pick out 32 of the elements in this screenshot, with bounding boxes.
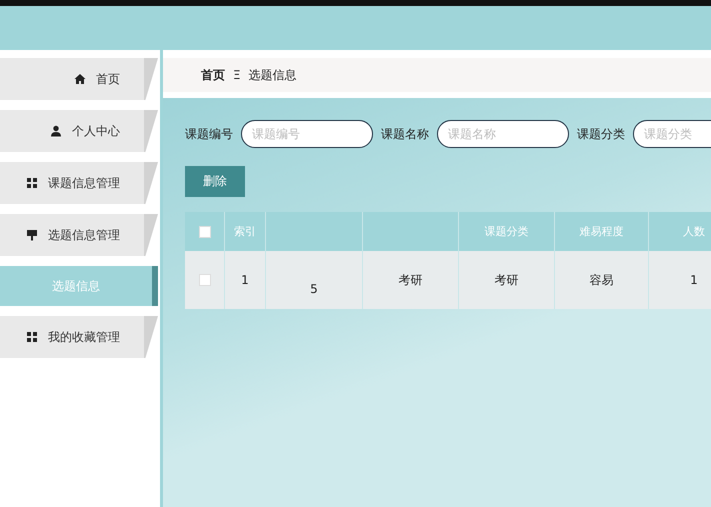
select-all-checkbox[interactable]: [198, 226, 210, 238]
table-cell: 考研: [494, 272, 518, 288]
menu-item[interactable]: 课题信息管理: [0, 162, 158, 204]
breadcrumb-link[interactable]: 首页: [201, 66, 225, 84]
field-label: 课题编号: [185, 126, 233, 142]
breadcrumb-current: 选题信息: [248, 66, 297, 84]
table-cell: 1: [241, 273, 249, 287]
menu-item[interactable]: 我的收藏管理: [0, 316, 158, 358]
menu-item[interactable]: 个人中心: [0, 110, 158, 152]
user-icon: [50, 125, 62, 137]
home-icon: [74, 73, 86, 85]
delete-button[interactable]: 删除: [185, 166, 245, 197]
column-header: 人数: [683, 224, 705, 239]
grid-icon: [26, 331, 38, 343]
table-cell: 容易: [590, 272, 614, 288]
menu-item[interactable]: 首页: [0, 58, 158, 100]
column-header: 难易程度: [580, 224, 624, 239]
search-field[interactable]: 课题分类: [633, 120, 711, 148]
search-field[interactable]: 课题名称: [437, 120, 569, 148]
table-cell: 1: [690, 273, 698, 287]
table-cell: 5: [310, 282, 318, 296]
field-label: 课题分类: [577, 126, 625, 142]
breadcrumb-separator: Ξ: [233, 68, 241, 82]
field-label: 课题名称: [381, 126, 429, 142]
column-header: 索引: [234, 224, 256, 239]
menu-item[interactable]: 选题信息管理: [0, 214, 158, 256]
table-cell: 考研: [398, 272, 422, 288]
column-header: 课题分类: [484, 224, 528, 239]
search-field[interactable]: 课题编号: [241, 120, 373, 148]
signboard-icon: [26, 229, 38, 241]
row-checkbox[interactable]: [198, 274, 210, 286]
grid-icon: [26, 177, 38, 189]
